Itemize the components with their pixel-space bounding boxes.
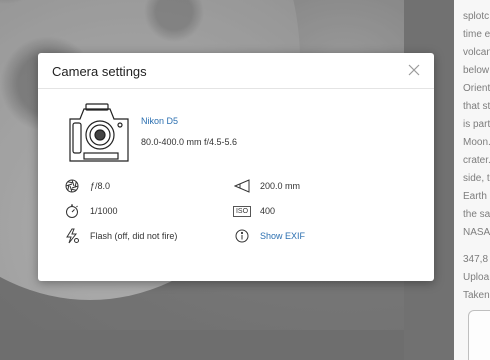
description-line: Earth I — [463, 191, 490, 202]
flash-value: Flash (off, did not fire) — [90, 231, 178, 241]
modal-divider — [38, 88, 434, 89]
camera-settings-modal: Camera settings Nikon D5 80.0-400.0 mm f… — [38, 53, 434, 281]
description-line: NASA — [463, 227, 490, 238]
iso-row: ISO 400 — [232, 203, 276, 219]
iso-icon-label: ISO — [232, 205, 252, 217]
shutter-value: 1/1000 — [90, 206, 118, 216]
photo-footer-band — [0, 330, 404, 360]
description-panel: splotc time e volcan below Orient that st is p… — [454, 0, 490, 360]
camera-model-link[interactable]: Nikon D5 — [141, 116, 178, 126]
description-line: below — [463, 65, 490, 76]
flash-off-icon — [64, 228, 80, 244]
lens-info: 80.0-400.0 mm f/4.5-5.6 — [141, 137, 238, 147]
description-line: Taken — [463, 290, 490, 301]
iso-value: 400 — [260, 206, 276, 216]
description-line: volcan — [463, 47, 490, 58]
focal-length-icon — [234, 178, 250, 194]
shutter-row: 1/1000 — [64, 203, 118, 219]
flash-row: Flash (off, did not fire) — [64, 228, 177, 244]
description-line: Moon. — [463, 137, 490, 148]
show-exif-row: Show EXIF — [234, 228, 305, 244]
description-line: is part — [463, 119, 490, 130]
focal-length-value: 200.0 mm — [260, 181, 301, 191]
show-exif-link[interactable]: Show EXIF — [260, 231, 305, 241]
description-line: side, t — [463, 173, 490, 184]
description-line: the sa — [463, 209, 490, 220]
aperture-icon — [64, 178, 80, 194]
timer-icon — [64, 203, 80, 219]
focal-length-row: 200.0 mm — [234, 178, 300, 194]
description-line: time e — [463, 29, 490, 40]
description-line: crater. — [463, 155, 490, 166]
camera-thumbnail-icon — [468, 310, 490, 360]
close-icon[interactable] — [406, 62, 422, 78]
camera-icon — [64, 99, 134, 169]
aperture-row: ƒ/8.0 — [64, 178, 110, 194]
aperture-value: ƒ/8.0 — [90, 181, 111, 191]
modal-title: Camera settings — [52, 64, 147, 79]
description-line: splotc — [463, 11, 490, 22]
description-line: Uploa — [463, 272, 490, 283]
iso-icon: ISO — [232, 203, 252, 219]
description-line: Orient — [463, 83, 490, 94]
description-line: 347,8 — [463, 254, 489, 265]
info-icon — [234, 228, 250, 244]
description-line: that st — [463, 101, 490, 112]
